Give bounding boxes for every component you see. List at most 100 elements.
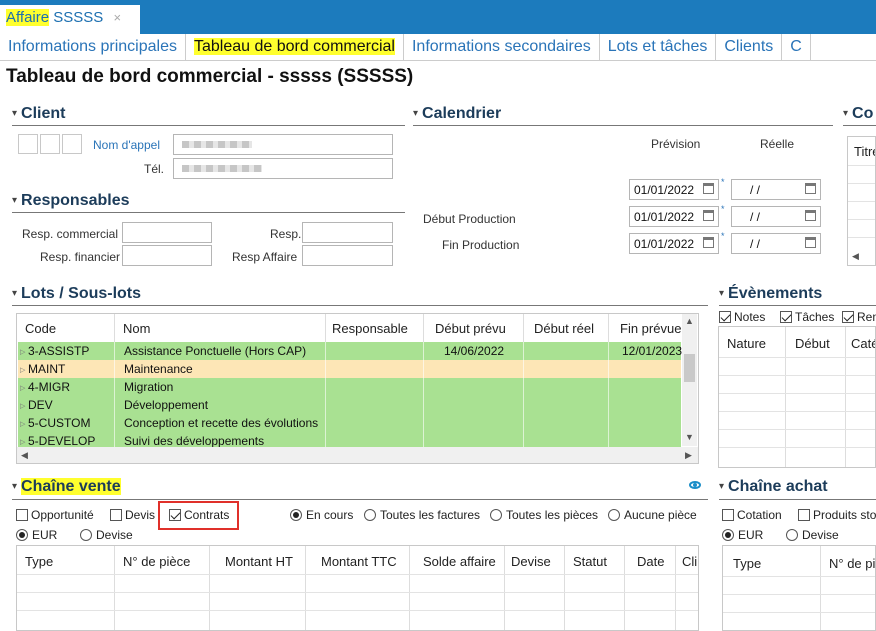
expand-icon[interactable]: ▷ [20,366,25,374]
filter-notes[interactable]: Notes [719,310,765,324]
radio[interactable] [722,529,734,541]
date-prevision-1[interactable]: 01/01/2022 [629,179,719,200]
resp-field[interactable] [302,222,393,243]
section-client[interactable]: ▾ Client [12,105,65,123]
expand-icon[interactable]: ▷ [20,420,25,428]
col-nature[interactable]: Nature [727,336,766,351]
checkbox[interactable] [16,509,28,521]
col-num-piece[interactable]: N° de pièce [123,554,190,569]
tel-field[interactable] [173,158,393,179]
checkbox[interactable] [110,509,122,521]
section-lots[interactable]: ▾ Lots / Sous-lots [12,285,141,303]
tab-more[interactable]: C [782,34,811,60]
section-co[interactable]: ▾ Co [843,105,873,123]
calendar-icon[interactable] [805,237,816,248]
calendar-icon[interactable] [805,210,816,221]
check-opportunite[interactable]: Opportunité [16,508,94,522]
tab-informations-principales[interactable]: Informations principales [0,34,186,60]
calendar-icon[interactable] [703,183,714,194]
check-produits-stock[interactable]: Produits stoc [798,508,876,522]
radio-toutes-pieces[interactable]: Toutes les pièces [490,508,598,522]
calendar-icon[interactable] [703,237,714,248]
col-montant-ht[interactable]: Montant HT [225,554,293,569]
checkbox[interactable] [719,311,731,323]
scroll-thumb[interactable] [684,354,695,382]
filter-taches[interactable]: Tâches [780,310,834,324]
tab-tableau-de-bord-commercial[interactable]: Tableau de bord commercial [186,34,404,60]
tab-informations-secondaires[interactable]: Informations secondaires [404,34,600,60]
col-code[interactable]: Code [25,321,56,336]
section-calendrier[interactable]: ▾ Calendrier [413,105,501,123]
table-row[interactable]: ▷ 4-MIGR Migration [18,378,681,396]
scroll-left-icon[interactable]: ◀ [852,251,859,262]
radio-eur-achat[interactable]: EUR [722,528,763,542]
radio-devise-achat[interactable]: Devise [786,528,839,542]
close-icon[interactable]: × [113,10,121,25]
date-reelle-2[interactable]: / / [731,206,821,227]
col-categorie[interactable]: Caté [851,336,875,351]
col-nom[interactable]: Nom [123,321,150,336]
scroll-down-icon[interactable]: ▼ [685,432,694,442]
horizontal-scrollbar[interactable]: ◀ ▶ [17,447,698,463]
col-responsable[interactable]: Responsable [332,321,408,336]
checkbox[interactable] [798,509,810,521]
nom-appel-label[interactable]: Nom d'appel [93,138,160,152]
radio[interactable] [290,509,302,521]
check-contrats[interactable]: Contrats [169,508,229,522]
radio[interactable] [364,509,376,521]
table-row[interactable]: ▷ MAINT Maintenance [18,360,681,378]
col-type[interactable]: Type [25,554,53,569]
expand-icon[interactable]: ▷ [20,402,25,410]
radio[interactable] [786,529,798,541]
date-reelle-3[interactable]: / / [731,233,821,254]
tab-lots-et-taches[interactable]: Lots et tâches [600,34,717,60]
radio[interactable] [490,509,502,521]
resp-financier-field[interactable] [122,245,212,266]
radio-aucune-piece[interactable]: Aucune pièce [608,508,697,522]
radio-en-cours[interactable]: En cours [290,508,353,522]
calendar-icon[interactable] [805,183,816,194]
eye-icon[interactable] [689,481,701,489]
check-cotation[interactable]: Cotation [722,508,782,522]
col-debut-reel[interactable]: Début réel [534,321,594,336]
vertical-scrollbar[interactable]: ▲ ▼ [682,314,697,446]
tab-clients[interactable]: Clients [716,34,783,60]
expand-icon[interactable]: ▷ [20,384,25,392]
chaine-vente-grid[interactable]: Type N° de pièce Montant HT Montant TTC … [16,545,699,631]
checkbox[interactable] [780,311,792,323]
lots-grid[interactable]: Code Nom Responsable Début prévu Début r… [16,313,699,464]
col-solde-affaire[interactable]: Solde affaire [423,554,496,569]
col-devise[interactable]: Devise [511,554,551,569]
col-debut[interactable]: Début [795,336,830,351]
col-montant-ttc[interactable]: Montant TTC [321,554,397,569]
section-responsables[interactable]: ▾ Responsables [12,192,130,210]
section-evenements[interactable]: ▾ Évènements [719,285,822,303]
col-date[interactable]: Date [637,554,664,569]
client-button-2[interactable] [40,134,60,154]
scroll-up-icon[interactable]: ▲ [685,316,694,326]
table-row[interactable]: ▷ 5-CUSTOM Conception et recette des évolu… [18,414,681,432]
co-grid[interactable]: Titre ◀ [847,136,876,266]
document-tab[interactable]: Affaire SSSSS × [0,5,140,34]
section-chaine-achat[interactable]: ▾ Chaîne achat [719,478,828,496]
filter-ren[interactable]: Ren [842,310,876,324]
calendar-icon[interactable] [703,210,714,221]
date-prevision-3[interactable]: 01/01/2022 [629,233,719,254]
col-statut[interactable]: Statut [573,554,607,569]
resp-commercial-field[interactable] [122,222,212,243]
nom-appel-field[interactable] [173,134,393,155]
radio[interactable] [16,529,28,541]
col-type-achat[interactable]: Type [733,556,761,571]
scroll-left-icon[interactable]: ◀ [21,450,28,461]
check-devis[interactable]: Devis [110,508,155,522]
date-prevision-2[interactable]: 01/01/2022 [629,206,719,227]
scroll-right-icon[interactable]: ▶ [685,450,692,461]
checkbox[interactable] [169,509,181,521]
checkbox[interactable] [842,311,854,323]
radio-toutes-factures[interactable]: Toutes les factures [364,508,480,522]
table-row[interactable]: ▷ DEV Développement [18,396,681,414]
client-button-1[interactable] [18,134,38,154]
table-row[interactable]: ▷ 3-ASSISTP Assistance Ponctuelle (Hors CA… [18,342,682,360]
section-chaine-vente[interactable]: ▾ Chaîne vente [12,478,121,496]
checkbox[interactable] [722,509,734,521]
